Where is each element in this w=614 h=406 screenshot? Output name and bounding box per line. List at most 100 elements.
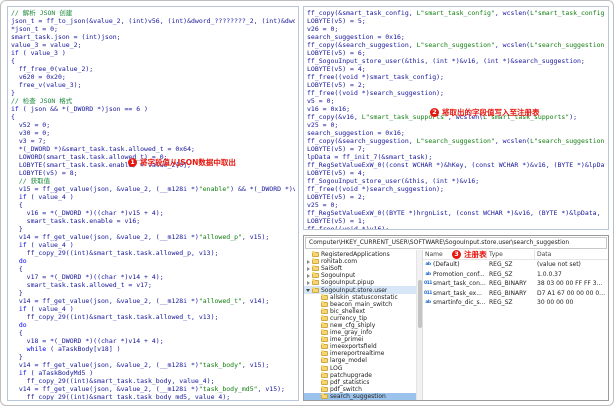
code-line: ff_free((void *)search_suggestion);: [307, 185, 444, 193]
registry-key-folder-icon: [321, 300, 328, 307]
value-name-cell: smartinfo_dic_s...: [433, 299, 486, 307]
registry-key-folder-icon: [321, 336, 328, 343]
registry-tree-item[interactable]: SogouInput.store.user: [304, 286, 416, 294]
code-line: if ( value_4 ): [18, 241, 74, 249]
annotation-write-registry: 2 将取出的字段值写入至注册表: [430, 107, 540, 118]
code-line: v16 = *(_DWORD *)((char *)v15 + 4);: [11, 209, 164, 217]
value-name-cell: (Default): [433, 261, 460, 269]
code-line: ff_copy_29((int)&smart_task.task.allowed…: [11, 313, 219, 321]
code-line: ff_RegSetValueExW_0((BYTE *)hrgnList, (c…: [307, 209, 605, 217]
registry-address-bar[interactable]: Computer\HKEY_CURRENT_USER\SOFTWARE\Sogo…: [305, 237, 607, 249]
registry-tree-item[interactable]: imereportrealtime: [304, 350, 416, 357]
code-line: *(_DWORD *)&smart_task.task.allowed_t = …: [11, 145, 195, 153]
registry-path-text: Computer\HKEY_CURRENT_USER\SOFTWARE\Sogo…: [309, 239, 570, 246]
registry-tree-pane: RegisteredApplications rohitab.com SaiSoft…: [304, 250, 423, 400]
registry-tree-item[interactable]: pdf_statistics: [304, 378, 416, 386]
registry-tree-item[interactable]: SogouInput.pipup: [304, 279, 416, 286]
registry-key-folder-icon: [321, 329, 328, 336]
registry-key-label: pdf_statistics: [330, 378, 370, 386]
registry-key-folder-icon: [321, 364, 328, 371]
registry-value-row[interactable]: ab (Default) REG_SZ (value not set): [423, 260, 608, 270]
code-line: ff_copy_29((int)&smart_task.task_body, v…: [11, 377, 215, 385]
registry-tree-item[interactable]: new_cfg_shiply: [304, 321, 416, 329]
registry-tree-item[interactable]: bic_shellext: [304, 307, 416, 315]
code-line: if ( value_3 ): [11, 49, 66, 57]
registry-tree-item[interactable]: ime_primei: [304, 336, 416, 343]
code-line: ff_copy(&search_suggestion, L"search_sug…: [307, 41, 605, 49]
column-header-type[interactable]: Type: [487, 250, 535, 259]
registry-key-label: SogouInput.store.user: [321, 286, 388, 294]
tree-scrollbar[interactable]: [416, 250, 422, 400]
code-line: LOBYTE(v5) = 8;: [11, 169, 78, 177]
code-line: ff_SogouInput_store_user(&this, (int *)&…: [307, 57, 585, 65]
registry-key-folder-icon: [321, 321, 328, 328]
registry-key-label: beacon_main_switch: [330, 300, 393, 308]
value-data-cell: 38 03 00 00 FF FF 3F 7A 00 02 00 02 00 0…: [537, 280, 608, 288]
code-line: v14 = ff_get_value(json, &value_2, (__m1…: [11, 385, 285, 393]
registry-key-folder-icon: [312, 272, 319, 279]
registry-value-row[interactable]: ab Promotion_conf... REG_SZ 1.0.0.37: [423, 270, 608, 280]
registry-key-label: rohitab.com: [321, 258, 358, 266]
registry-tree-item[interactable]: large_model: [304, 357, 416, 364]
registry-value-row[interactable]: 011 smart_task_config REG_BINARY 38 03 00 0…: [423, 279, 608, 289]
code-line: v52 = 0;: [11, 121, 51, 129]
registry-tree-item[interactable]: SogouInput: [304, 272, 416, 279]
code-line: *json_t = 0;: [11, 25, 58, 33]
annotation-1-text: 将字段值从JSON数据中取出: [140, 158, 236, 167]
string-value-icon: ab: [425, 300, 431, 306]
registry-key-folder-icon: [321, 378, 328, 385]
annotation-3-text: 注册表: [464, 250, 487, 259]
code-line: {: [11, 113, 15, 121]
registry-value-row[interactable]: 011 smart_task_ex... REG_BINARY D7 A1 67 00…: [423, 289, 608, 299]
code-line: ff_free((void *)v16);: [307, 225, 390, 230]
value-data-cell: 1.0.0.37: [537, 270, 562, 278]
scrollbar-thumb[interactable]: [418, 280, 422, 328]
registry-tree-item[interactable]: search_suggestion: [304, 392, 416, 400]
registry-tree-item[interactable]: beacon_main_switch: [304, 300, 416, 308]
code-line: if ( value_4 ): [18, 305, 74, 313]
value-type-cell: REG_SZ: [489, 299, 513, 307]
registry-key-label: LOG: [330, 364, 343, 372]
registry-key-folder-icon: [321, 350, 328, 357]
code-line: LOBYTE(v5) = 4;: [307, 169, 366, 177]
registry-tree-item[interactable]: allskin_statusconstatic: [304, 293, 416, 301]
value-name-cell: Promotion_conf...: [433, 270, 485, 278]
value-type-cell: REG_BINARY: [489, 289, 527, 297]
value-data-cell: 30 00 00 00: [537, 299, 574, 307]
code-line: LOBYTE(v5) = 5;: [307, 17, 366, 25]
registry-tree-item[interactable]: LOG: [304, 364, 416, 372]
registry-tree-item[interactable]: ime_gray_info: [304, 329, 416, 336]
code-line: search_suggestion = 0x16;: [307, 129, 405, 137]
code-line: ff_free((void *)search_suggestion);: [307, 89, 444, 97]
registry-tree-item[interactable]: imeexportsfield: [304, 343, 416, 350]
values-header-row: Name Type Data: [423, 250, 608, 260]
registry-key-label: SogouInput: [321, 272, 356, 280]
code-line: v25 = 0;: [307, 121, 339, 129]
registry-key-label: allskin_statusconstatic: [330, 293, 398, 301]
code-line: ff_copy(&smart_task_config, L"smart_task…: [307, 9, 605, 17]
registry-value-row[interactable]: ab smartinfo_dic_s... REG_SZ 30 00 00 00: [423, 298, 608, 308]
column-header-data[interactable]: Data: [535, 250, 608, 259]
registry-key-folder-icon: [312, 251, 319, 258]
code-line: v5 = 0;: [307, 97, 335, 105]
code-line: v30 = 0;: [11, 129, 51, 137]
registry-key-folder-icon: [312, 265, 319, 272]
binary-value-icon: 011: [424, 281, 432, 287]
code-line: do: [18, 321, 27, 329]
annotation-registry: 3 注册表: [452, 249, 487, 260]
registry-tree-item[interactable]: SaiSoft: [304, 265, 416, 272]
registry-tree-item[interactable]: RegisteredApplications: [304, 251, 416, 258]
registry-tree-item[interactable]: rohitab.com: [304, 258, 416, 265]
registry-key-label: bic_shellext: [330, 307, 366, 315]
code-line: }: [11, 89, 15, 97]
registry-tree-item[interactable]: currency_tip: [304, 314, 416, 322]
code-line: LOBYTE(v5) = 4;: [307, 65, 366, 73]
registry-tree-item[interactable]: patchupgrade: [304, 371, 416, 379]
figure-container: // 解析 JSON 创建 json_t = ff_to_json(&value_…: [0, 0, 614, 406]
code-line: ff_RegSetValueExW_0((const WCHAR *)&hKey…: [307, 161, 605, 169]
registry-key-label: ime_gray_info: [330, 329, 372, 337]
code-line: }: [11, 353, 23, 361]
registry-tree-item[interactable]: pdf_switch: [304, 385, 416, 393]
registry-key-label: pdf_switch: [330, 385, 362, 393]
code-line: v17 = *(_DWORD *)((char *)v14 + 4);: [11, 273, 164, 281]
